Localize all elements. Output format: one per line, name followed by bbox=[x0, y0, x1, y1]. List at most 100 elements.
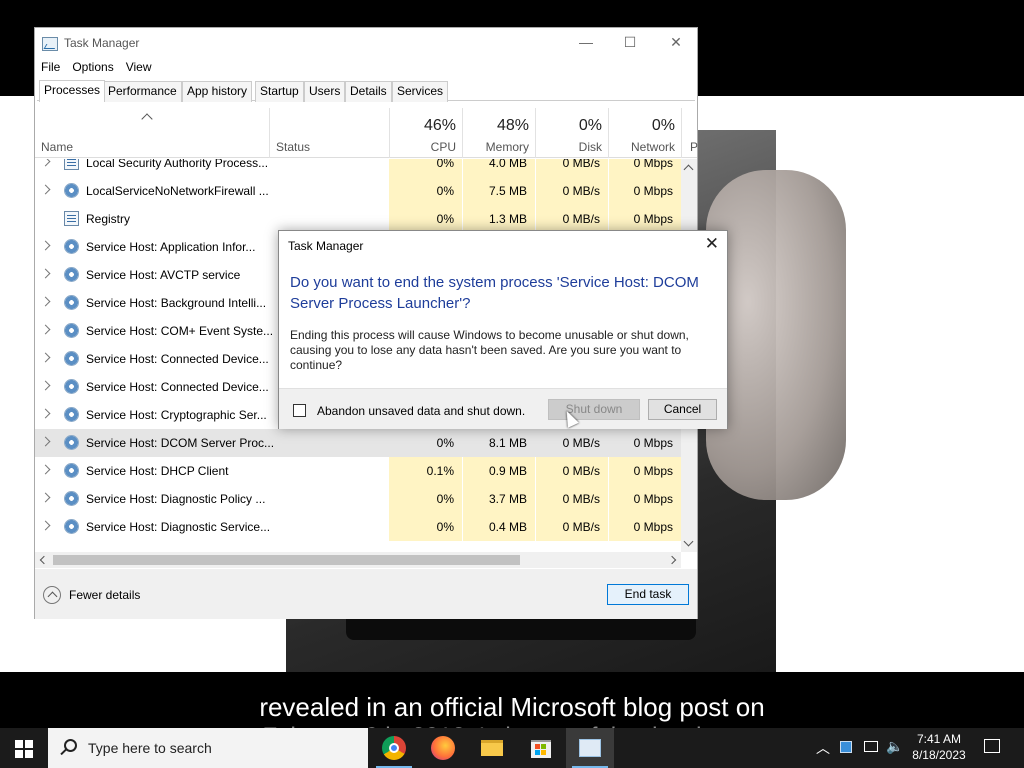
menu-options[interactable]: Options bbox=[66, 58, 119, 76]
expand-chevron-icon[interactable] bbox=[40, 380, 51, 391]
footer-bar: Fewer details End task bbox=[35, 569, 697, 619]
network-icon[interactable] bbox=[864, 741, 878, 752]
abandon-data-label[interactable]: Abandon unsaved data and shut down. bbox=[317, 404, 525, 418]
tab-strip: Processes Performance App history Startu… bbox=[37, 80, 695, 102]
dialog-body-text: Ending this process will cause Windows t… bbox=[290, 328, 689, 372]
column-status[interactable]: Status bbox=[269, 108, 389, 158]
minimize-button[interactable]: — bbox=[563, 28, 609, 56]
tab-users[interactable]: Users bbox=[304, 81, 346, 102]
task-manager-taskbar-button[interactable] bbox=[566, 728, 614, 768]
subtitle-line-1: revealed in an official Microsoft blog p… bbox=[259, 692, 765, 722]
column-memory[interactable]: 48% Memory bbox=[462, 108, 535, 158]
process-window-icon bbox=[64, 159, 79, 170]
column-cpu[interactable]: 46% CPU bbox=[389, 108, 462, 158]
fewer-details-link[interactable]: Fewer details bbox=[69, 588, 140, 602]
expand-chevron-icon[interactable] bbox=[40, 408, 51, 419]
process-window-icon bbox=[64, 211, 79, 226]
expand-chevron-icon[interactable] bbox=[40, 436, 51, 447]
cancel-button[interactable]: Cancel bbox=[648, 399, 717, 420]
dialog-footer: Abandon unsaved data and shut down. Shut… bbox=[279, 388, 727, 429]
column-network[interactable]: 0% Network bbox=[608, 108, 681, 158]
expand-chevron-icon[interactable] bbox=[40, 184, 51, 195]
tab-performance[interactable]: Performance bbox=[103, 81, 182, 102]
tab-services[interactable]: Services bbox=[392, 81, 449, 102]
table-row[interactable]: LocalServiceNoNetworkFirewall ... 0% 7.5 M… bbox=[35, 177, 681, 205]
scroll-down-icon[interactable] bbox=[683, 536, 694, 547]
firefox-taskbar-button[interactable] bbox=[419, 728, 467, 768]
chevron-up-circle-icon[interactable] bbox=[43, 586, 61, 604]
dialog-instruction: Do you want to end the system process 'S… bbox=[290, 274, 699, 312]
process-name: Service Host: Cryptographic Ser... bbox=[86, 408, 267, 422]
sort-up-icon bbox=[141, 113, 153, 125]
start-button[interactable] bbox=[0, 728, 48, 768]
network-cell: 0 Mbps bbox=[609, 177, 681, 205]
table-row[interactable]: Registry 0% 1.3 MB 0 MB/s 0 Mbps bbox=[35, 205, 681, 233]
tab-details[interactable]: Details bbox=[345, 81, 392, 102]
disk-cell: 0 MB/s bbox=[536, 159, 608, 177]
expand-chevron-icon[interactable] bbox=[40, 464, 51, 475]
maximize-button[interactable]: ☐ bbox=[607, 28, 653, 56]
service-gear-icon bbox=[64, 295, 79, 310]
disk-cell: 0 MB/s bbox=[536, 177, 608, 205]
disk-cell: 0 MB/s bbox=[536, 205, 608, 233]
shut-down-button[interactable]: Shut down bbox=[548, 399, 640, 420]
process-name: Local Security Authority Process... bbox=[86, 159, 269, 170]
expand-chevron-icon[interactable] bbox=[40, 268, 51, 279]
title-bar[interactable]: Task Manager — ☐ ✕ bbox=[35, 28, 697, 58]
cpu-cell: 0% bbox=[389, 485, 462, 513]
volume-icon[interactable]: 🔈 bbox=[886, 738, 903, 755]
folder-icon bbox=[481, 740, 503, 756]
dialog-close-icon[interactable]: ✕ bbox=[705, 234, 719, 254]
tab-app-history[interactable]: App history bbox=[182, 81, 253, 102]
windows-logo-pane bbox=[25, 740, 33, 748]
scroll-left-icon[interactable] bbox=[39, 555, 49, 565]
window-title: Task Manager bbox=[64, 36, 140, 50]
system-clock[interactable]: 7:41 AM 8/18/2023 bbox=[904, 731, 974, 763]
table-row[interactable]: Service Host: Diagnostic Policy ... 0% 3.7… bbox=[35, 485, 681, 513]
expand-chevron-icon[interactable] bbox=[40, 352, 51, 363]
table-row[interactable]: Local Security Authority Process... 0% 4.0… bbox=[35, 159, 681, 177]
notification-icon[interactable] bbox=[984, 739, 1000, 753]
column-disk[interactable]: 0% Disk bbox=[535, 108, 608, 158]
expand-chevron-icon[interactable] bbox=[40, 159, 51, 167]
file-explorer-taskbar-button[interactable] bbox=[468, 728, 516, 768]
chevron-up-icon[interactable]: ︿ bbox=[816, 738, 830, 758]
tray-app-icon[interactable] bbox=[840, 741, 852, 753]
abandon-data-checkbox[interactable] bbox=[293, 404, 306, 417]
expand-chevron-icon[interactable] bbox=[40, 296, 51, 307]
memory-cell: 0.4 MB bbox=[463, 513, 535, 541]
menu-file[interactable]: File bbox=[35, 58, 66, 76]
tab-startup[interactable]: Startup bbox=[255, 81, 304, 102]
expand-chevron-icon[interactable] bbox=[40, 520, 51, 531]
process-name: Service Host: Diagnostic Service... bbox=[86, 520, 271, 534]
memory-cell: 8.1 MB bbox=[463, 429, 535, 457]
process-name: Service Host: Diagnostic Policy ... bbox=[86, 492, 266, 506]
table-row[interactable]: Service Host: DHCP Client 0.1% 0.9 MB 0 MB/… bbox=[35, 457, 681, 485]
store-taskbar-button[interactable] bbox=[517, 728, 565, 768]
process-name: Registry bbox=[86, 212, 131, 226]
scroll-right-icon[interactable] bbox=[667, 555, 677, 565]
horizontal-scroll-thumb[interactable] bbox=[53, 555, 520, 565]
close-button[interactable]: ✕ bbox=[653, 28, 699, 56]
service-gear-icon bbox=[64, 519, 79, 534]
scroll-up-icon[interactable] bbox=[683, 164, 694, 175]
expand-chevron-icon[interactable] bbox=[40, 240, 51, 251]
expand-chevron-icon[interactable] bbox=[40, 324, 51, 335]
expand-chevron-icon[interactable] bbox=[40, 492, 51, 503]
store-logo-icon bbox=[535, 744, 540, 749]
taskbar-search-box[interactable]: Type here to search bbox=[48, 728, 368, 768]
process-name: Service Host: AVCTP service bbox=[86, 268, 241, 282]
table-row[interactable]: Service Host: Diagnostic Service... 0% 0.4… bbox=[35, 513, 681, 541]
column-power[interactable]: P bbox=[681, 108, 698, 158]
service-gear-icon bbox=[64, 239, 79, 254]
end-task-button[interactable]: End task bbox=[607, 584, 689, 605]
horizontal-scrollbar[interactable] bbox=[35, 552, 681, 568]
column-name[interactable]: Name bbox=[35, 108, 269, 158]
windows-logo-pane bbox=[15, 750, 23, 758]
table-row[interactable]: Service Host: DCOM Server Proc... 0% 8.1 M… bbox=[35, 429, 681, 457]
taskbar: Type here to search ︿ 🔈 7:41 AM 8/18/202… bbox=[0, 728, 1024, 768]
chrome-taskbar-button[interactable] bbox=[370, 728, 418, 768]
tab-processes[interactable]: Processes bbox=[39, 80, 106, 102]
menu-view[interactable]: View bbox=[120, 58, 158, 76]
process-name: Service Host: Connected Device... bbox=[86, 380, 269, 394]
